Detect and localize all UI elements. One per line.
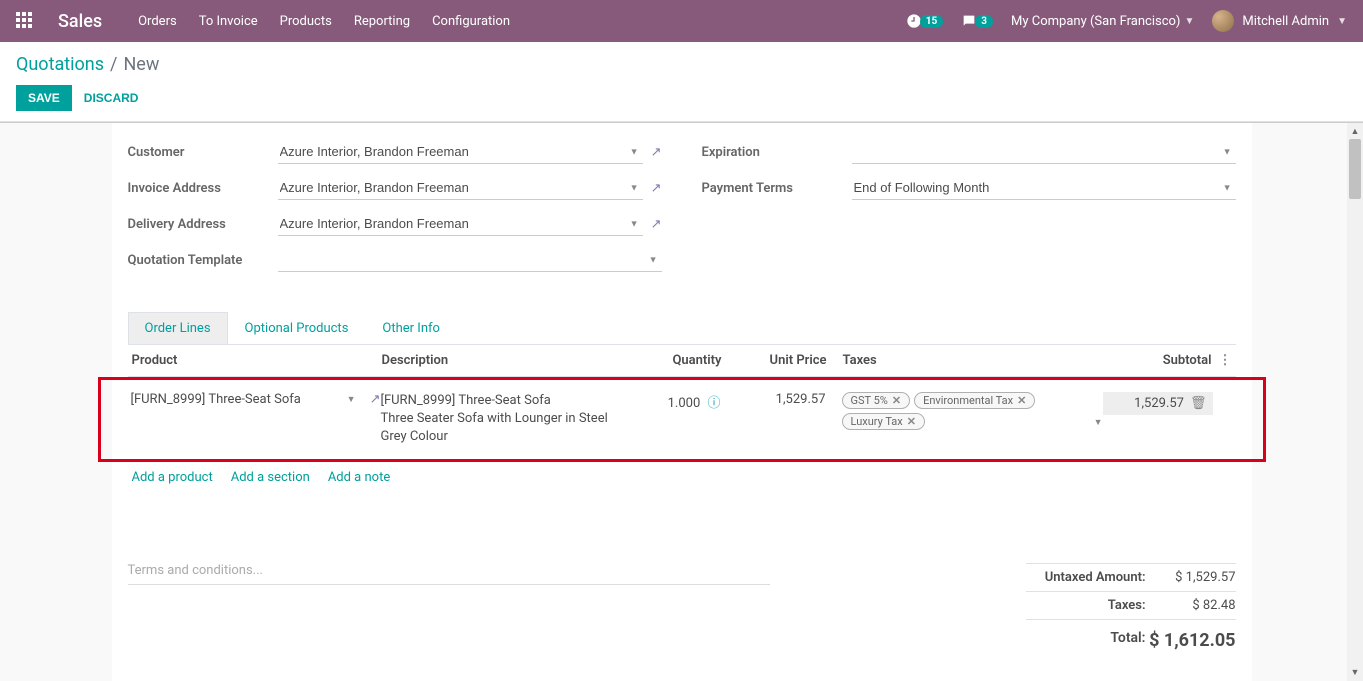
unit-price-value[interactable]: 1,529.57 [721,392,826,407]
col-taxes: Taxes [827,353,1102,368]
nav-orders[interactable]: Orders [138,14,177,29]
remove-tax-icon[interactable]: ✕ [892,394,901,407]
tax-tag: Environmental Tax ✕ [914,392,1035,409]
tab-order-lines[interactable]: Order Lines [128,312,228,344]
col-description: Description [382,353,622,368]
highlighted-order-line: [FURN_8999] Three-Seat Sofa ▼ ↗ [FURN_89… [98,377,1266,462]
kebab-icon[interactable]: ⋮ [1212,353,1232,368]
add-links: Add a product Add a section Add a note [128,462,1236,493]
external-link-icon[interactable]: ↗ [651,217,662,232]
external-link-icon[interactable]: ↗ [370,392,381,407]
totals: Untaxed Amount: $ 1,529.57 Taxes: $ 82.4… [1026,563,1236,657]
order-lines-table: Product Description Quantity Unit Price … [128,345,1236,493]
discard-button[interactable]: DISCARD [80,85,143,111]
company-selector[interactable]: My Company (San Francisco) ▼ [1011,14,1194,29]
invoice-address-label: Invoice Address [128,181,278,196]
expiration-label: Expiration [702,145,852,160]
nav-to-invoice[interactable]: To Invoice [199,14,258,29]
scrollbar-thumb[interactable] [1349,139,1361,199]
expiration-field[interactable] [852,140,1236,164]
terms-input[interactable]: Terms and conditions... [128,563,771,585]
delivery-address-field[interactable] [278,212,643,236]
chevron-down-icon: ▼ [1337,16,1347,27]
chevron-down-icon: ▼ [1184,16,1194,27]
add-product-link[interactable]: Add a product [132,470,213,485]
subtotal-value: 1,529.57 [1134,396,1184,411]
remove-tax-icon[interactable]: ✕ [907,415,916,428]
payment-terms-field[interactable] [852,176,1236,200]
table-header: Product Description Quantity Unit Price … [128,345,1236,377]
breadcrumb-separator: / [110,54,117,75]
add-section-link[interactable]: Add a section [231,470,310,485]
form-sheet: Customer ▼ ↗ Invoice Address ▼ [112,123,1252,681]
tax-tag: GST 5% ✕ [842,392,911,409]
tax-tag-label: Luxury Tax [851,415,903,428]
col-quantity: Quantity [622,353,722,368]
nav-products[interactable]: Products [280,14,332,29]
user-name: Mitchell Admin [1242,14,1329,29]
taxes-cell[interactable]: GST 5% ✕ Environmental Tax ✕ Luxury Tax ✕ ▼ [826,392,1103,430]
breadcrumb-current: New [123,54,159,75]
messages-button[interactable]: 3 [961,13,993,29]
scrollbar[interactable]: ▲ ▼ [1347,123,1363,681]
save-button[interactable]: SAVE [16,85,72,111]
external-link-icon[interactable]: ↗ [651,181,662,196]
taxes-value: $ 82.48 [1146,598,1236,613]
breadcrumb-parent[interactable]: Quotations [16,54,104,75]
tab-optional-products[interactable]: Optional Products [228,312,366,344]
company-name: My Company (San Francisco) [1011,14,1180,29]
top-nav: Orders To Invoice Products Reporting Con… [138,14,510,29]
info-icon[interactable]: ⓘ [707,396,720,411]
col-subtotal: Subtotal [1102,353,1212,368]
trash-icon[interactable]: 🗑 [1190,396,1207,411]
col-product: Product [132,353,382,368]
brand[interactable]: Sales [58,11,102,32]
topbar: Sales Orders To Invoice Products Reporti… [0,0,1363,42]
invoice-address-field[interactable] [278,176,643,200]
activity-button[interactable]: 15 [906,13,943,29]
desc-line-2: Three Seater Sofa with Lounger in Steel … [381,410,621,446]
scroll-down-icon[interactable]: ▼ [1347,665,1363,681]
payment-terms-label: Payment Terms [702,181,852,196]
scroll-up-icon[interactable]: ▲ [1347,123,1363,139]
customer-field[interactable] [278,140,643,164]
messages-count: 3 [975,15,993,28]
tax-tag: Luxury Tax ✕ [842,413,925,430]
chevron-down-icon[interactable]: ▼ [1094,417,1103,430]
control-panel: Quotations / New SAVE DISCARD [0,42,1363,122]
apps-icon[interactable] [16,12,34,30]
product-value[interactable]: [FURN_8999] Three-Seat Sofa [131,392,341,407]
user-menu[interactable]: Mitchell Admin ▼ [1212,10,1347,32]
quantity-cell[interactable]: 1.000 ⓘ [621,392,721,411]
customer-label: Customer [128,145,278,160]
table-row: [FURN_8999] Three-Seat Sofa ▼ ↗ [FURN_89… [127,386,1237,453]
tax-tag-label: GST 5% [851,394,888,407]
quantity-value: 1.000 [668,396,701,411]
description-value[interactable]: [FURN_8999] Three-Seat Sofa Three Seater… [381,392,621,447]
activity-count: 15 [920,15,943,28]
nav-configuration[interactable]: Configuration [432,14,510,29]
taxes-label: Taxes: [1026,598,1146,613]
avatar [1212,10,1234,32]
remove-tax-icon[interactable]: ✕ [1017,394,1026,407]
breadcrumb: Quotations / New [16,54,1347,75]
total-label: Total: [1026,630,1146,651]
untaxed-value: $ 1,529.57 [1146,570,1236,585]
external-link-icon[interactable]: ↗ [651,145,662,160]
total-value: $ 1,612.05 [1146,630,1236,651]
nav-reporting[interactable]: Reporting [354,14,410,29]
delivery-address-label: Delivery Address [128,217,278,232]
chevron-down-icon[interactable]: ▼ [347,394,356,405]
form-sheet-bg: Customer ▼ ↗ Invoice Address ▼ [0,122,1363,681]
subtotal-cell: 1,529.57 🗑 [1103,392,1213,415]
desc-line-1: [FURN_8999] Three-Seat Sofa [381,392,621,410]
add-note-link[interactable]: Add a note [328,470,390,485]
tax-tag-label: Environmental Tax [923,394,1013,407]
quotation-template-field[interactable] [278,248,662,272]
col-unit-price: Unit Price [722,353,827,368]
tab-other-info[interactable]: Other Info [365,312,457,344]
quotation-template-label: Quotation Template [128,253,278,268]
tabs: Order Lines Optional Products Other Info [128,312,1236,345]
untaxed-label: Untaxed Amount: [1026,570,1146,585]
